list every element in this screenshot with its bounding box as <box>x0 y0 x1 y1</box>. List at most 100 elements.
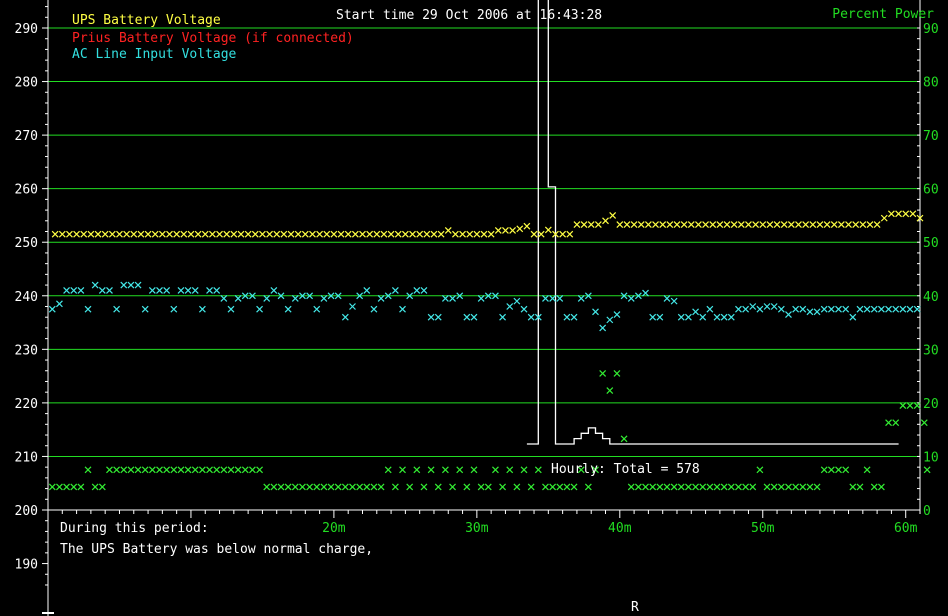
left-tick-label: 270 <box>15 129 38 144</box>
ac-line-input-voltage-point <box>391 286 399 294</box>
ac-line-input-voltage-point <box>220 295 228 302</box>
percent-power-point <box>291 483 299 491</box>
ups-battery-voltage-point <box>609 212 617 219</box>
legend-prius-battery: Prius Battery Voltage (if connected) <box>72 31 354 46</box>
ups-battery-voltage-point <box>451 230 459 238</box>
ups-battery-voltage-point <box>666 221 674 228</box>
ac-line-input-voltage-point <box>906 305 914 313</box>
ac-line-input-voltage-point <box>141 305 149 313</box>
percent-power-point <box>384 466 392 474</box>
percent-power-point <box>520 466 528 474</box>
percent-power-point <box>720 483 728 491</box>
percent-power-point <box>835 466 842 474</box>
footer-mark: R <box>631 600 639 615</box>
percent-power-point <box>177 466 185 474</box>
percent-power-point <box>441 466 449 474</box>
percent-power-point <box>856 483 864 491</box>
left-tick-label: 280 <box>15 76 38 91</box>
percent-power-point <box>642 483 649 491</box>
ups-battery-voltage-point <box>230 230 238 238</box>
ac-line-input-voltage-point <box>549 295 557 302</box>
ups-battery-voltage-point <box>780 221 788 228</box>
ups-battery-voltage-point <box>909 210 917 218</box>
left-tick-label: 250 <box>15 236 38 251</box>
ups-battery-voltage-point <box>330 230 338 238</box>
ups-battery-voltage-point <box>337 230 345 238</box>
percent-power-point <box>284 483 292 491</box>
left-tick-label: 190 <box>15 558 38 573</box>
ups-battery-voltage-point <box>187 230 195 238</box>
ac-line-input-voltage-point <box>284 305 292 313</box>
ac-line-input-voltage-point <box>513 297 521 305</box>
percent-power-point <box>270 483 278 491</box>
ups-battery-voltage-point <box>580 221 588 228</box>
left-tick-label: 220 <box>15 397 38 412</box>
percent-power-point <box>527 483 535 491</box>
ups-battery-voltage-point <box>802 221 810 228</box>
percent-power-point <box>499 483 507 491</box>
percent-power-point <box>234 466 242 474</box>
ac-line-input-voltage-point <box>699 313 707 321</box>
percent-power-point <box>70 483 78 491</box>
ups-battery-voltage-point <box>737 221 745 228</box>
percent-power-point <box>449 483 456 491</box>
ac-line-input-voltage-point <box>527 313 535 321</box>
ups-battery-voltage-point <box>716 221 724 228</box>
percent-power-point <box>120 466 128 474</box>
percent-power-point <box>113 466 121 474</box>
ac-line-input-voltage-point <box>735 305 742 313</box>
x-tick-label: 50m <box>751 521 775 536</box>
ac-line-input-voltage-point <box>256 305 263 313</box>
percent-power-point <box>706 483 714 491</box>
percent-power-point <box>327 483 335 491</box>
percent-power-point <box>134 466 142 474</box>
percent-power-point <box>141 466 149 474</box>
percent-power-point <box>906 402 914 409</box>
ups-battery-voltage-point <box>902 210 910 218</box>
ac-line-input-voltage-point <box>427 313 435 321</box>
ups-battery-voltage-point <box>366 230 374 238</box>
ac-line-input-voltage-point <box>499 313 507 321</box>
ups-battery-voltage-point <box>430 230 438 238</box>
ac-line-input-voltage-point <box>520 305 528 313</box>
percent-power-point <box>684 483 692 491</box>
ups-battery-voltage-point <box>180 230 188 238</box>
ac-line-input-voltage-point <box>863 305 871 313</box>
ac-line-input-voltage-point <box>377 295 385 302</box>
percent-power-point <box>370 483 378 491</box>
percent-power-point <box>191 466 199 474</box>
ac-line-input-voltage-point <box>542 295 549 302</box>
ac-line-input-voltage-point <box>470 313 478 321</box>
ups-battery-voltage-point <box>687 221 695 228</box>
ac-line-input-voltage-point <box>148 286 156 294</box>
percent-power-point <box>170 466 178 474</box>
ac-line-input-voltage-point <box>577 295 585 302</box>
ac-line-input-voltage-point <box>206 286 213 294</box>
ups-battery-voltage-point <box>344 230 352 238</box>
left-tick-label: 240 <box>15 290 38 305</box>
percent-power-point <box>899 402 907 409</box>
ups-battery-voltage-point <box>752 221 760 228</box>
ac-line-input-voltage-point <box>263 295 271 302</box>
ac-line-input-voltage-point <box>599 324 607 332</box>
percent-power-point <box>563 483 571 491</box>
percent-power-point <box>749 483 757 491</box>
ups-battery-voltage-point <box>887 210 895 218</box>
left-tick-label: 200 <box>15 504 38 519</box>
percent-power-point <box>849 483 857 491</box>
right-tick-label: 20 <box>923 397 939 412</box>
ac-line-input-voltage-point <box>449 295 456 302</box>
percent-power-point <box>534 466 542 474</box>
ac-line-input-voltage-point <box>849 313 857 321</box>
ups-battery-voltage-point <box>895 210 902 218</box>
ac-line-input-voltage-point <box>677 313 685 321</box>
ac-line-input-voltage-point <box>399 305 406 313</box>
x-tick-label: 30m <box>465 521 489 536</box>
percent-power-point <box>542 483 549 491</box>
ac-line-input-voltage-point <box>763 303 771 310</box>
ups-battery-voltage-point <box>166 230 173 238</box>
percent-power-point <box>349 483 356 491</box>
percent-power-point <box>735 483 742 491</box>
ups-battery-voltage-point <box>359 230 366 238</box>
ac-line-input-voltage-point <box>163 286 171 294</box>
